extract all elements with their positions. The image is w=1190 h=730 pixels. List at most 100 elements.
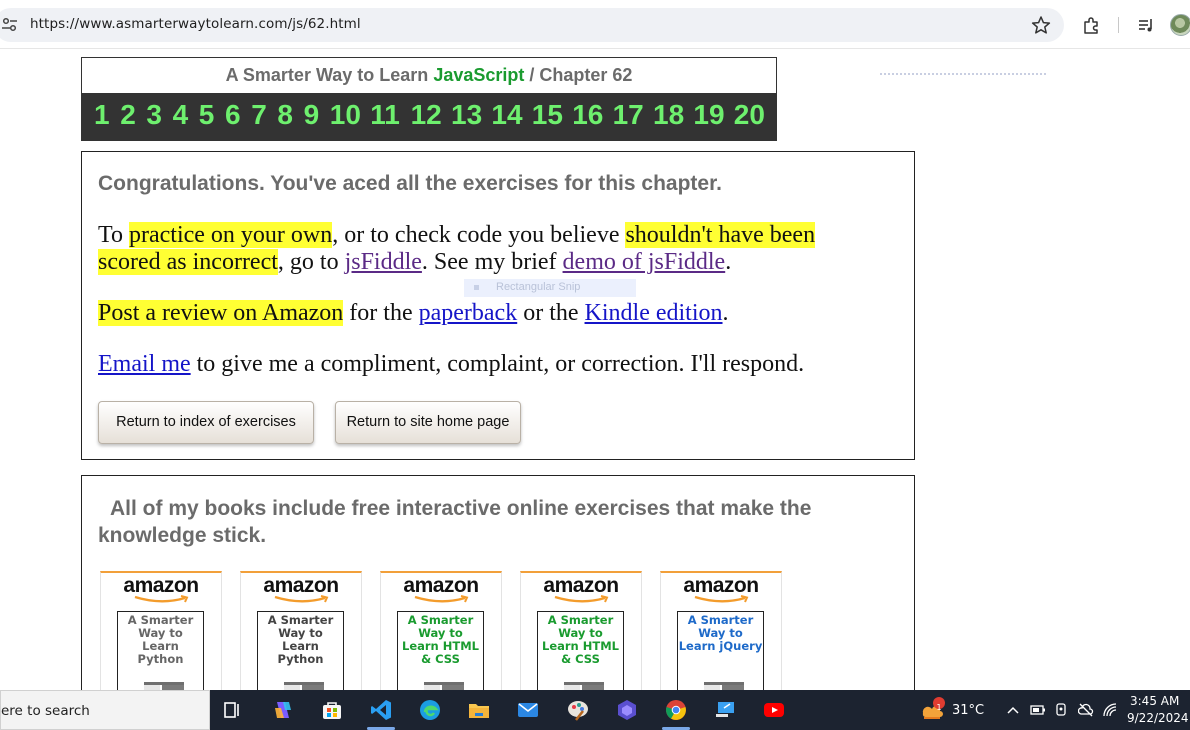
book-title: A Smarter Way to Learn jQuery [678, 613, 763, 653]
taskbar-search[interactable]: ere to search [0, 690, 210, 730]
book-cover[interactable]: A Smarter Way to Learn Python [257, 611, 344, 701]
browser-toolbar: https://www.asmarterwaytolearn.com/js/62… [0, 0, 1190, 49]
search-placeholder: ere to search [1, 703, 90, 719]
url-text[interactable]: https://www.asmarterwaytolearn.com/js/62… [30, 16, 361, 32]
chapter-link-9[interactable]: 9 [304, 99, 320, 131]
mail-icon[interactable] [516, 698, 540, 722]
cloud-off-icon[interactable] [1078, 702, 1094, 718]
chapter-link-3[interactable]: 3 [146, 99, 162, 131]
book-cover[interactable]: A Smarter Way to Learn jQuery [677, 611, 764, 701]
media-controls-icon[interactable] [1136, 15, 1156, 35]
chapter-link-2[interactable]: 2 [120, 99, 136, 131]
chapter-link-7[interactable]: 7 [251, 99, 267, 131]
email-link[interactable]: Email me [98, 351, 191, 377]
amazon-smile-icon [414, 595, 469, 603]
chapter-link-5[interactable]: 5 [199, 99, 215, 131]
chapter-link-14[interactable]: 14 [491, 99, 522, 131]
book-card[interactable]: amazon A Smarter Way to Learn HTML & CSS [520, 571, 642, 701]
copilot-icon[interactable] [271, 698, 295, 722]
title-chapter: / Chapter 62 [524, 65, 633, 85]
site-settings-icon[interactable] [2, 17, 18, 33]
chapter-link-10[interactable]: 10 [330, 99, 361, 131]
books-heading: All of my books include free interactive… [98, 497, 812, 547]
chrome-icon[interactable] [664, 698, 688, 722]
text: . See my brief [421, 249, 563, 275]
jsfiddle-demo-link[interactable]: demo of jsFiddle [563, 249, 726, 275]
toolbar-divider [1118, 17, 1119, 33]
file-explorer-icon[interactable] [467, 698, 491, 722]
chapter-link-6[interactable]: 6 [225, 99, 241, 131]
return-index-button[interactable]: Return to index of exercises [98, 401, 314, 444]
chapter-link-4[interactable]: 4 [173, 99, 189, 131]
amazon-smile-icon [554, 595, 609, 603]
wifi-icon[interactable] [1102, 702, 1118, 718]
book-title: A Smarter Way to Learn Python [127, 613, 194, 666]
page-title: A Smarter Way to Learn JavaScript / Chap… [82, 58, 776, 92]
page-header: A Smarter Way to Learn JavaScript / Chap… [81, 57, 777, 141]
weather-badge-count: 1 [936, 703, 942, 712]
text: , go to [277, 249, 345, 275]
chapter-link-11[interactable]: 11 [370, 99, 400, 131]
amazon-smile-icon [274, 595, 329, 603]
highlight-practice: practice on your own [128, 222, 333, 248]
chapter-link-18[interactable]: 18 [653, 99, 684, 131]
youtube-icon[interactable] [762, 698, 786, 722]
book-cover[interactable]: A Smarter Way to Learn Python [117, 611, 204, 701]
book-card[interactable]: amazon A Smarter Way to Learn Python [100, 571, 222, 701]
book-card[interactable]: amazon A Smarter Way to Learn jQuery [660, 571, 782, 701]
highlight-incorrect-cont: scored as incorrect [98, 249, 278, 275]
snip-icon [474, 285, 479, 290]
text: To [98, 222, 129, 248]
paint-icon[interactable] [566, 698, 590, 722]
meet-now-icon[interactable] [1054, 702, 1070, 718]
highlight-incorrect: shouldn't have been [625, 222, 816, 248]
weather-badge: 1 [933, 697, 945, 712]
email-paragraph: Email me to give me a compliment, compla… [98, 351, 898, 378]
extensions-icon[interactable] [1082, 15, 1102, 35]
chapter-link-13[interactable]: 13 [451, 99, 482, 131]
book-card[interactable]: amazon A Smarter Way to Learn Python [240, 571, 362, 701]
bookmark-star-icon[interactable] [1031, 15, 1051, 35]
chapter-link-12[interactable]: 12 [411, 99, 442, 131]
book-card[interactable]: amazon A Smarter Way to Learn HTML & CSS [380, 571, 502, 701]
books-panel: All of my books include free interactive… [81, 475, 915, 715]
congrats-heading: Congratulations. You've aced all the exe… [98, 172, 722, 195]
amazon-smile-icon [134, 595, 189, 603]
text: . [725, 249, 732, 275]
snip-selection-dots [880, 73, 1046, 75]
kindle-link[interactable]: Kindle edition [585, 300, 723, 326]
book-cover[interactable]: A Smarter Way to Learn HTML & CSS [397, 611, 484, 701]
amazon-smile-icon [694, 595, 749, 603]
app-icon[interactable] [615, 698, 639, 722]
chapter-link-19[interactable]: 19 [693, 99, 724, 131]
remote-desktop-icon[interactable] [713, 698, 737, 722]
store-icon[interactable] [320, 698, 344, 722]
book-title: A Smarter Way to Learn HTML & CSS [402, 613, 479, 666]
return-home-button[interactable]: Return to site home page [335, 401, 521, 444]
clock-time[interactable]: 3:45 AM [1130, 694, 1179, 708]
paperback-link[interactable]: paperback [419, 300, 518, 326]
profile-avatar[interactable] [1170, 14, 1190, 36]
chapter-link-20[interactable]: 20 [734, 99, 765, 131]
clock-date[interactable]: 9/22/2024 [1127, 711, 1189, 725]
title-language: JavaScript [433, 65, 525, 85]
jsfiddle-link[interactable]: jsFiddle [345, 249, 422, 275]
practice-paragraph: To practice on your own, or to check cod… [98, 222, 898, 276]
vscode-icon[interactable] [369, 698, 393, 722]
text: . [722, 300, 729, 326]
book-cover[interactable]: A Smarter Way to Learn HTML & CSS [537, 611, 624, 701]
chevron-up-icon[interactable] [1005, 702, 1021, 718]
congrats-panel: Congratulations. You've aced all the exe… [81, 151, 915, 460]
book-title: A Smarter Way to Learn Python [267, 613, 334, 666]
chapter-link-1[interactable]: 1 [94, 99, 110, 131]
task-view-icon[interactable] [221, 698, 245, 722]
chapter-link-8[interactable]: 8 [277, 99, 293, 131]
battery-icon[interactable] [1030, 702, 1046, 718]
review-paragraph: Post a review on Amazon for the paperbac… [98, 300, 898, 327]
chapter-link-17[interactable]: 17 [613, 99, 644, 131]
taskbar: ere to search 1 31°C 3:45 AM 9/22/2024 [0, 690, 1190, 730]
edge-icon[interactable] [418, 698, 442, 722]
weather-temp[interactable]: 31°C [952, 703, 984, 718]
chapter-link-15[interactable]: 15 [532, 99, 563, 131]
chapter-link-16[interactable]: 16 [572, 99, 603, 131]
